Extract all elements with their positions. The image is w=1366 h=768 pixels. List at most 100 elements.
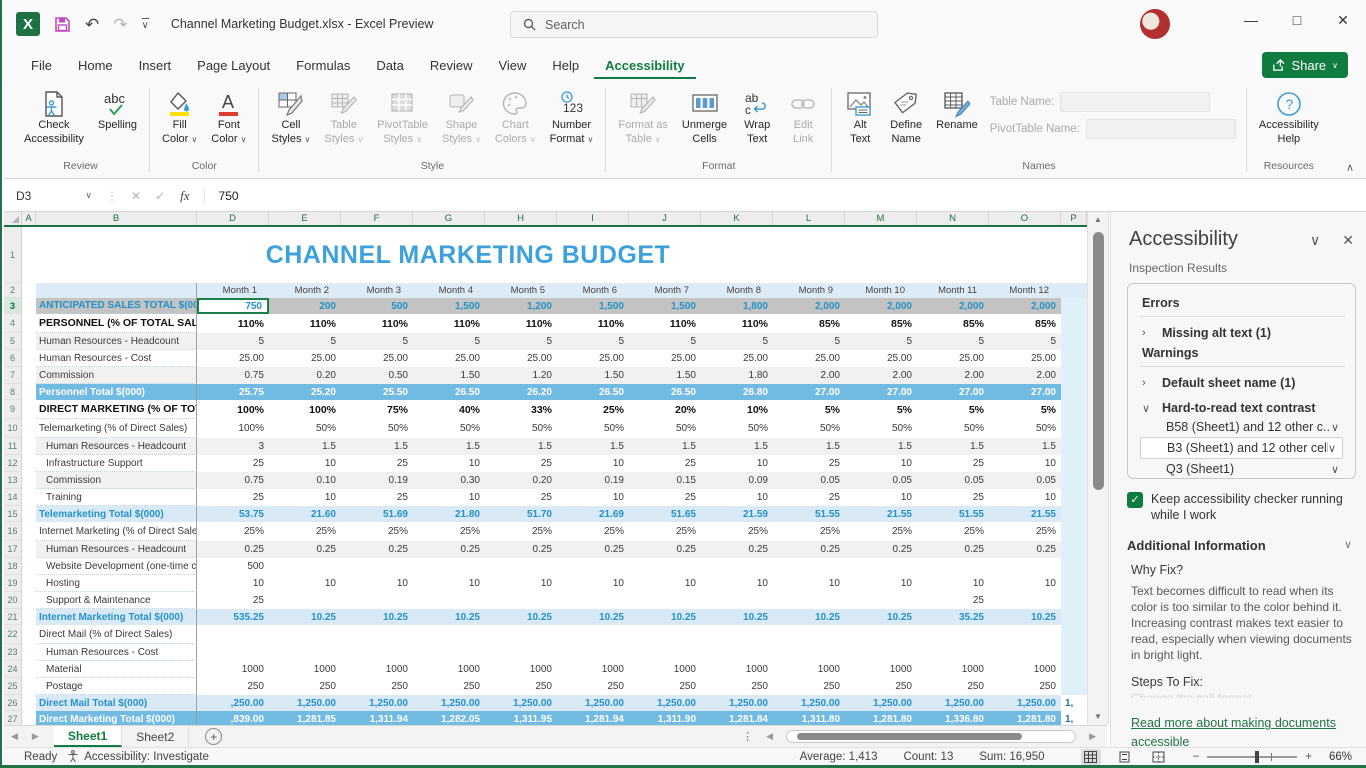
cell-r16-m10[interactable]: 25% xyxy=(845,522,917,541)
cell-r10-m6[interactable]: 50% xyxy=(557,419,629,438)
cell-r21-m9[interactable]: 10.25 xyxy=(773,609,845,625)
row-header-1[interactable]: 1 xyxy=(4,227,22,283)
cell-r3-m10[interactable]: 2,000 xyxy=(845,298,917,314)
column-header-O[interactable]: O xyxy=(989,212,1061,225)
row-label-25[interactable]: Postage xyxy=(36,678,197,695)
cell-r22-m6[interactable] xyxy=(557,625,629,644)
cell-r21-m5[interactable]: 10.25 xyxy=(485,609,557,625)
row-header-9[interactable]: 9 xyxy=(4,400,22,419)
cell-r27-m11[interactable]: 1,336.80 xyxy=(917,711,989,725)
cell-r18-m2[interactable] xyxy=(269,558,341,575)
column-header-G[interactable]: G xyxy=(413,212,485,225)
cell-r10-m10[interactable]: 50% xyxy=(845,419,917,438)
additional-info-caret-icon[interactable]: ∨ xyxy=(1344,538,1352,553)
search-input[interactable]: Search xyxy=(510,11,878,38)
cell-r7-m4[interactable]: 1.50 xyxy=(413,367,485,384)
cell-r11-m7[interactable]: 1.5 xyxy=(629,438,701,455)
cell-r4-m1[interactable]: 110% xyxy=(197,314,269,333)
cell-r18-m9[interactable] xyxy=(773,558,845,575)
cell-r12-m5[interactable]: 25 xyxy=(485,455,557,472)
cell-r19-m11[interactable]: 10 xyxy=(917,575,989,592)
cell-r26-m2[interactable]: 1,250.00 xyxy=(269,695,341,711)
row-header-12[interactable]: 12 xyxy=(4,455,22,472)
row-label-11[interactable]: Human Resources - Headcount xyxy=(36,438,197,455)
cell-r3-m12[interactable]: 2,000 xyxy=(989,298,1061,314)
status-average[interactable]: Average: 1,413 xyxy=(800,751,878,763)
cell-r6-m11[interactable]: 25.00 xyxy=(917,350,989,367)
cell-r9-m8[interactable]: 10% xyxy=(701,400,773,419)
cell-r26-m6[interactable]: 1,250.00 xyxy=(557,695,629,711)
cell-r21-m6[interactable]: 10.25 xyxy=(557,609,629,625)
sheet-title[interactable]: CHANNEL MARKETING BUDGET xyxy=(36,241,900,270)
cell-r14-m3[interactable]: 25 xyxy=(341,489,413,506)
cell-r6-m4[interactable]: 25.00 xyxy=(413,350,485,367)
month-header-2[interactable]: Month 2 xyxy=(269,283,341,298)
cell-r4-m3[interactable]: 110% xyxy=(341,314,413,333)
row-header-4[interactable]: 4 xyxy=(4,314,22,333)
cell-r13-m7[interactable]: 0.15 xyxy=(629,472,701,489)
row-label-8[interactable]: Personnel Total $(000) xyxy=(36,384,197,400)
save-icon[interactable] xyxy=(54,16,71,33)
cell-r24-m7[interactable]: 1000 xyxy=(629,661,701,678)
spelling-button[interactable]: abcSpelling xyxy=(92,86,143,136)
cell-r6-m3[interactable]: 25.00 xyxy=(341,350,413,367)
cell-r3-m4[interactable]: 1,500 xyxy=(413,298,485,314)
cell-r11-m1[interactable]: 3 xyxy=(197,438,269,455)
cell-r23-m5[interactable] xyxy=(485,644,557,661)
cell-r8-m6[interactable]: 26.50 xyxy=(557,384,629,400)
cell-r24-m9[interactable]: 1000 xyxy=(773,661,845,678)
inspection-item[interactable]: ›Default sheet name (1) xyxy=(1140,367,1345,392)
cell-r19-m12[interactable]: 10 xyxy=(989,575,1061,592)
menu-tab-page-layout[interactable]: Page Layout xyxy=(186,51,281,80)
inspection-item[interactable]: ›Missing alt text (1) xyxy=(1140,317,1345,342)
cell-r10-m8[interactable]: 50% xyxy=(701,419,773,438)
cell-r7-m7[interactable]: 1.50 xyxy=(629,367,701,384)
page-break-preview-button[interactable] xyxy=(1149,749,1169,765)
cell-r27-m3[interactable]: 1,311.94 xyxy=(341,711,413,725)
row-label-27[interactable]: Direct Marketing Total $(000) xyxy=(36,711,197,725)
cell-r5-m7[interactable]: 5 xyxy=(629,333,701,350)
scroll-up-icon[interactable]: ▲ xyxy=(1088,215,1108,224)
horizontal-scrollbar[interactable] xyxy=(786,730,1076,743)
cell-r11-m4[interactable]: 1.5 xyxy=(413,438,485,455)
cell-r8-m5[interactable]: 26.20 xyxy=(485,384,557,400)
cell-r7-m3[interactable]: 0.50 xyxy=(341,367,413,384)
row-label-10[interactable]: Telemarketing (% of Direct Sales) xyxy=(36,419,197,438)
cell-r9-m7[interactable]: 20% xyxy=(629,400,701,419)
month-header-6[interactable]: Month 6 xyxy=(557,283,629,298)
cell-r12-m1[interactable]: 25 xyxy=(197,455,269,472)
cell-r13-m6[interactable]: 0.19 xyxy=(557,472,629,489)
cell-r15-m8[interactable]: 21.59 xyxy=(701,506,773,522)
horizontal-scroll-thumb[interactable] xyxy=(797,733,1022,740)
wrap-text-button[interactable]: abcWrapText xyxy=(735,86,779,150)
column-header-L[interactable]: L xyxy=(773,212,845,225)
cell-r25-m10[interactable]: 250 xyxy=(845,678,917,695)
row-header-13[interactable]: 13 xyxy=(4,472,22,489)
cell-r12-m12[interactable]: 10 xyxy=(989,455,1061,472)
cell-r22-m4[interactable] xyxy=(413,625,485,644)
cell-r4-m12[interactable]: 85% xyxy=(989,314,1061,333)
cell-r9-m4[interactable]: 40% xyxy=(413,400,485,419)
row-header-11[interactable]: 11 xyxy=(4,438,22,455)
cell-r4-m6[interactable]: 110% xyxy=(557,314,629,333)
cell-r6-m9[interactable]: 25.00 xyxy=(773,350,845,367)
row-label-23[interactable]: Human Resources - Cost xyxy=(36,644,197,661)
cell-r17-m12[interactable]: 0.25 xyxy=(989,541,1061,558)
cell-r6-m10[interactable]: 25.00 xyxy=(845,350,917,367)
cell-r14-m1[interactable]: 25 xyxy=(197,489,269,506)
font-color-button[interactable]: AFontColor ∨ xyxy=(205,86,252,150)
month-header-11[interactable]: Month 11 xyxy=(917,283,989,298)
cell-r16-m1[interactable]: 25% xyxy=(197,522,269,541)
additional-information-label[interactable]: Additional Information xyxy=(1127,538,1266,553)
cell-r19-m9[interactable]: 10 xyxy=(773,575,845,592)
customize-quick-access-icon[interactable]: ∨ xyxy=(142,18,149,31)
row-label-4[interactable]: PERSONNEL (% OF TOTAL SALES xyxy=(36,314,197,333)
cell-r19-m6[interactable]: 10 xyxy=(557,575,629,592)
cell-r19-m5[interactable]: 10 xyxy=(485,575,557,592)
cell-r23-m9[interactable] xyxy=(773,644,845,661)
cell-r21-m4[interactable]: 10.25 xyxy=(413,609,485,625)
cell-r7-m5[interactable]: 1.20 xyxy=(485,367,557,384)
cell-r26-m7[interactable]: 1,250.00 xyxy=(629,695,701,711)
cell-r20-m3[interactable] xyxy=(341,592,413,609)
cell-r14-m4[interactable]: 10 xyxy=(413,489,485,506)
